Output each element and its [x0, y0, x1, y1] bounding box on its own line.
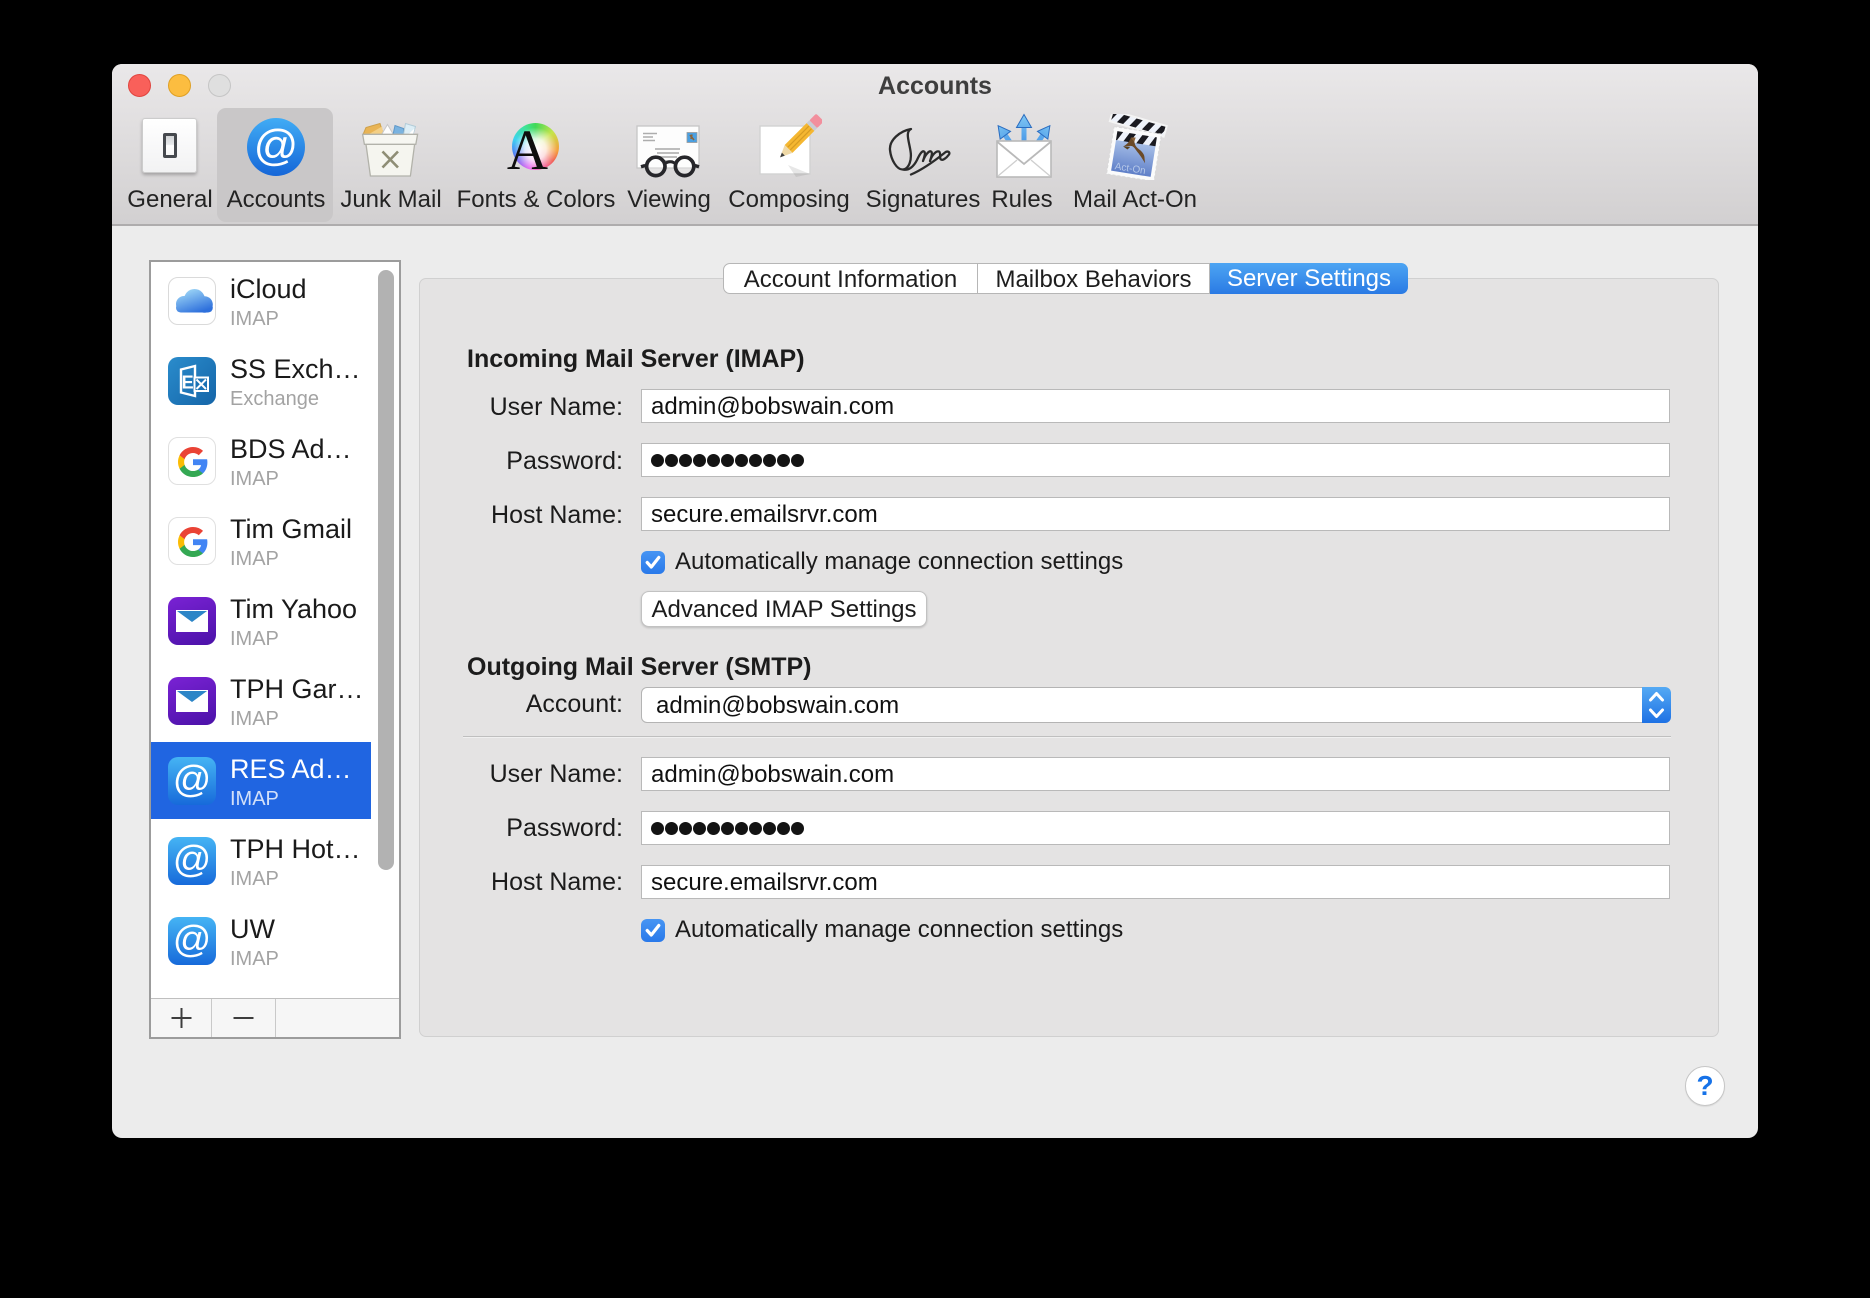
svg-text:E: E [182, 373, 194, 393]
